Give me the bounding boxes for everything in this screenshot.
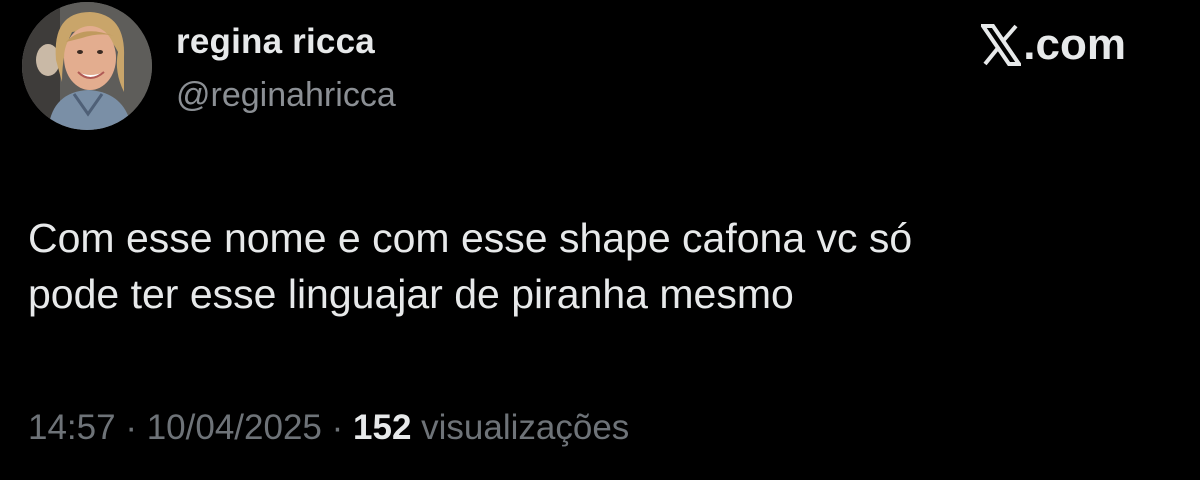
- meta-separator: ·: [331, 408, 344, 447]
- tweet-card: regina ricca @reginahricca .com Com esse…: [0, 0, 1200, 480]
- views-label: visualizações: [421, 408, 630, 447]
- tweet-date[interactable]: 10/04/2025: [147, 408, 322, 447]
- author-handle[interactable]: @reginahricca: [176, 76, 396, 115]
- tweet-text: Com esse nome e com esse shape cafona vc…: [28, 210, 1178, 322]
- brand-suffix: .com: [1023, 20, 1126, 69]
- tweet-text-line: pode ter esse linguajar de piranha mesmo: [28, 271, 794, 317]
- views-count: 152: [353, 408, 412, 447]
- tweet-meta: 14:57 · 10/04/2025 · 152 visualizações: [28, 408, 629, 448]
- brand-watermark: .com: [979, 20, 1126, 70]
- avatar-photo-icon: [22, 2, 152, 130]
- tweet-time[interactable]: 14:57: [28, 408, 116, 447]
- x-logo-icon: [979, 24, 1024, 66]
- avatar[interactable]: [22, 2, 152, 130]
- tweet-text-line: Com esse nome e com esse shape cafona vc…: [28, 215, 913, 261]
- author-display-name[interactable]: regina ricca: [176, 22, 375, 62]
- meta-separator: ·: [125, 408, 137, 447]
